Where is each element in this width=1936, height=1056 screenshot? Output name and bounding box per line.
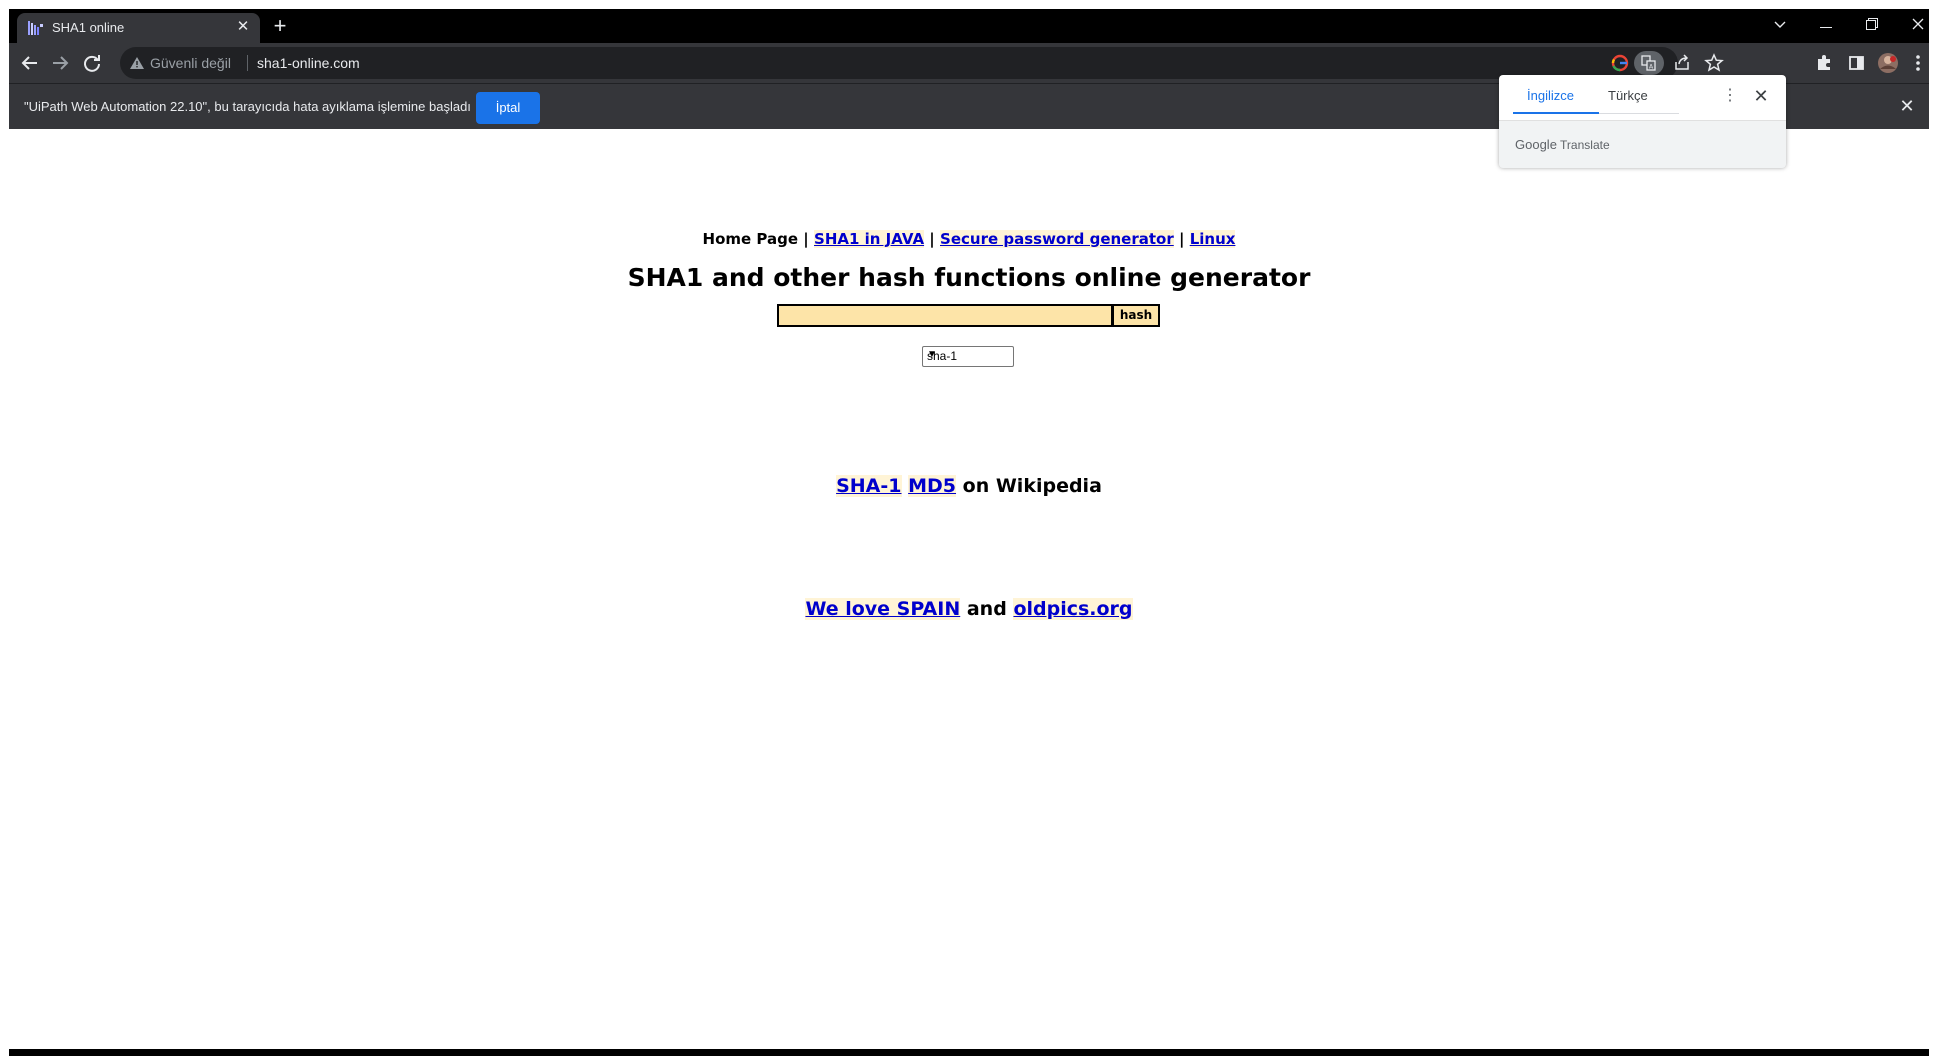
security-label[interactable]: Güvenli değil xyxy=(150,55,231,71)
profile-avatar[interactable] xyxy=(1874,49,1902,77)
translate-target-lang-tab[interactable]: Türkçe xyxy=(1608,88,1648,103)
page-content: Home Page | SHA1 in JAVA | Secure passwo… xyxy=(9,129,1929,1049)
tab-search-chevron-icon[interactable] xyxy=(1757,9,1803,39)
translate-page-icon[interactable]: A xyxy=(1634,51,1664,75)
close-window-icon[interactable] xyxy=(1895,9,1929,39)
translate-more-options-icon[interactable]: ⋮ xyxy=(1721,87,1739,105)
translate-popup: İngilizce Türkçe ⋮ ✕ Google Translate xyxy=(1499,75,1786,168)
new-tab-plus-icon[interactable]: + xyxy=(268,14,292,38)
back-arrow-icon[interactable] xyxy=(16,49,44,77)
nav-home-page: Home Page xyxy=(702,230,799,248)
chrome-menu-icon[interactable] xyxy=(1904,49,1929,77)
forward-arrow-icon[interactable] xyxy=(46,49,74,77)
link-we-love-spain[interactable]: We love SPAIN xyxy=(805,598,961,620)
omnibox-separator xyxy=(247,55,248,71)
bookmark-star-icon[interactable] xyxy=(1702,51,1726,75)
and-text: and xyxy=(966,598,1007,620)
tab-title: SHA1 online xyxy=(52,20,125,35)
restore-icon[interactable] xyxy=(1849,9,1895,39)
site-favicon-icon xyxy=(28,21,43,35)
tab-close-icon[interactable]: ✕ xyxy=(234,18,252,36)
cancel-debugging-button[interactable]: İptal xyxy=(476,92,540,124)
bottom-edge xyxy=(9,1049,1929,1056)
link-sha1-wikipedia[interactable]: SHA-1 xyxy=(836,475,902,497)
link-md5-wikipedia[interactable]: MD5 xyxy=(908,475,957,497)
top-nav: Home Page | SHA1 in JAVA | Secure passwo… xyxy=(9,230,1929,248)
chevron-down-icon: ▼ xyxy=(927,349,937,360)
translate-source-lang-tab[interactable]: İngilizce xyxy=(1527,88,1574,103)
link-oldpics[interactable]: oldpics.org xyxy=(1013,598,1133,620)
nav-separator: | xyxy=(803,230,809,248)
tab-divider xyxy=(1599,113,1679,114)
page-title: SHA1 and other hash functions online gen… xyxy=(627,263,1311,292)
google-lens-icon[interactable] xyxy=(1608,51,1632,75)
side-panel-icon[interactable] xyxy=(1842,49,1870,77)
translate-footer: Google Translate xyxy=(1499,120,1786,168)
hash-text-input[interactable] xyxy=(777,304,1112,327)
hash-button[interactable]: hash xyxy=(1112,304,1160,327)
active-tab-indicator xyxy=(1513,112,1599,114)
nav-link-sha1-java[interactable]: SHA1 in JAVA xyxy=(814,230,925,248)
partner-links: We love SPAIN and oldpics.org xyxy=(9,598,1929,620)
nav-separator: | xyxy=(929,230,935,248)
address-bar[interactable]: Güvenli değil sha1-online.com A xyxy=(120,47,1724,79)
infobar-close-icon[interactable]: ✕ xyxy=(1897,96,1917,116)
url-text[interactable]: sha1-online.com xyxy=(257,55,360,71)
reload-icon[interactable] xyxy=(78,49,106,77)
tab-sha1-online[interactable]: SHA1 online ✕ xyxy=(17,13,260,43)
wiki-suffix-text: on Wikipedia xyxy=(962,475,1102,497)
minimize-icon[interactable] xyxy=(1803,9,1849,39)
wikipedia-links: SHA-1 MD5 on Wikipedia xyxy=(9,475,1929,497)
extensions-puzzle-icon[interactable] xyxy=(1810,49,1838,77)
tab-strip: SHA1 online ✕ + xyxy=(9,9,1929,43)
share-icon[interactable] xyxy=(1670,51,1694,75)
translate-close-icon[interactable]: ✕ xyxy=(1751,86,1771,106)
browser-window: SHA1 online ✕ + Güvenli değil sha1-onlin… xyxy=(9,9,1929,1049)
infobar-message: "UiPath Web Automation 22.10", bu tarayı… xyxy=(24,99,471,114)
algorithm-select[interactable]: sha-1 ▼ xyxy=(922,346,1014,367)
google-translate-brand: Google Translate xyxy=(1515,137,1610,152)
warning-triangle-icon[interactable] xyxy=(129,56,145,70)
nav-separator: | xyxy=(1178,230,1185,248)
nav-link-linux[interactable]: Linux xyxy=(1189,230,1236,248)
nav-link-password-generator[interactable]: Secure password generator xyxy=(940,230,1174,248)
